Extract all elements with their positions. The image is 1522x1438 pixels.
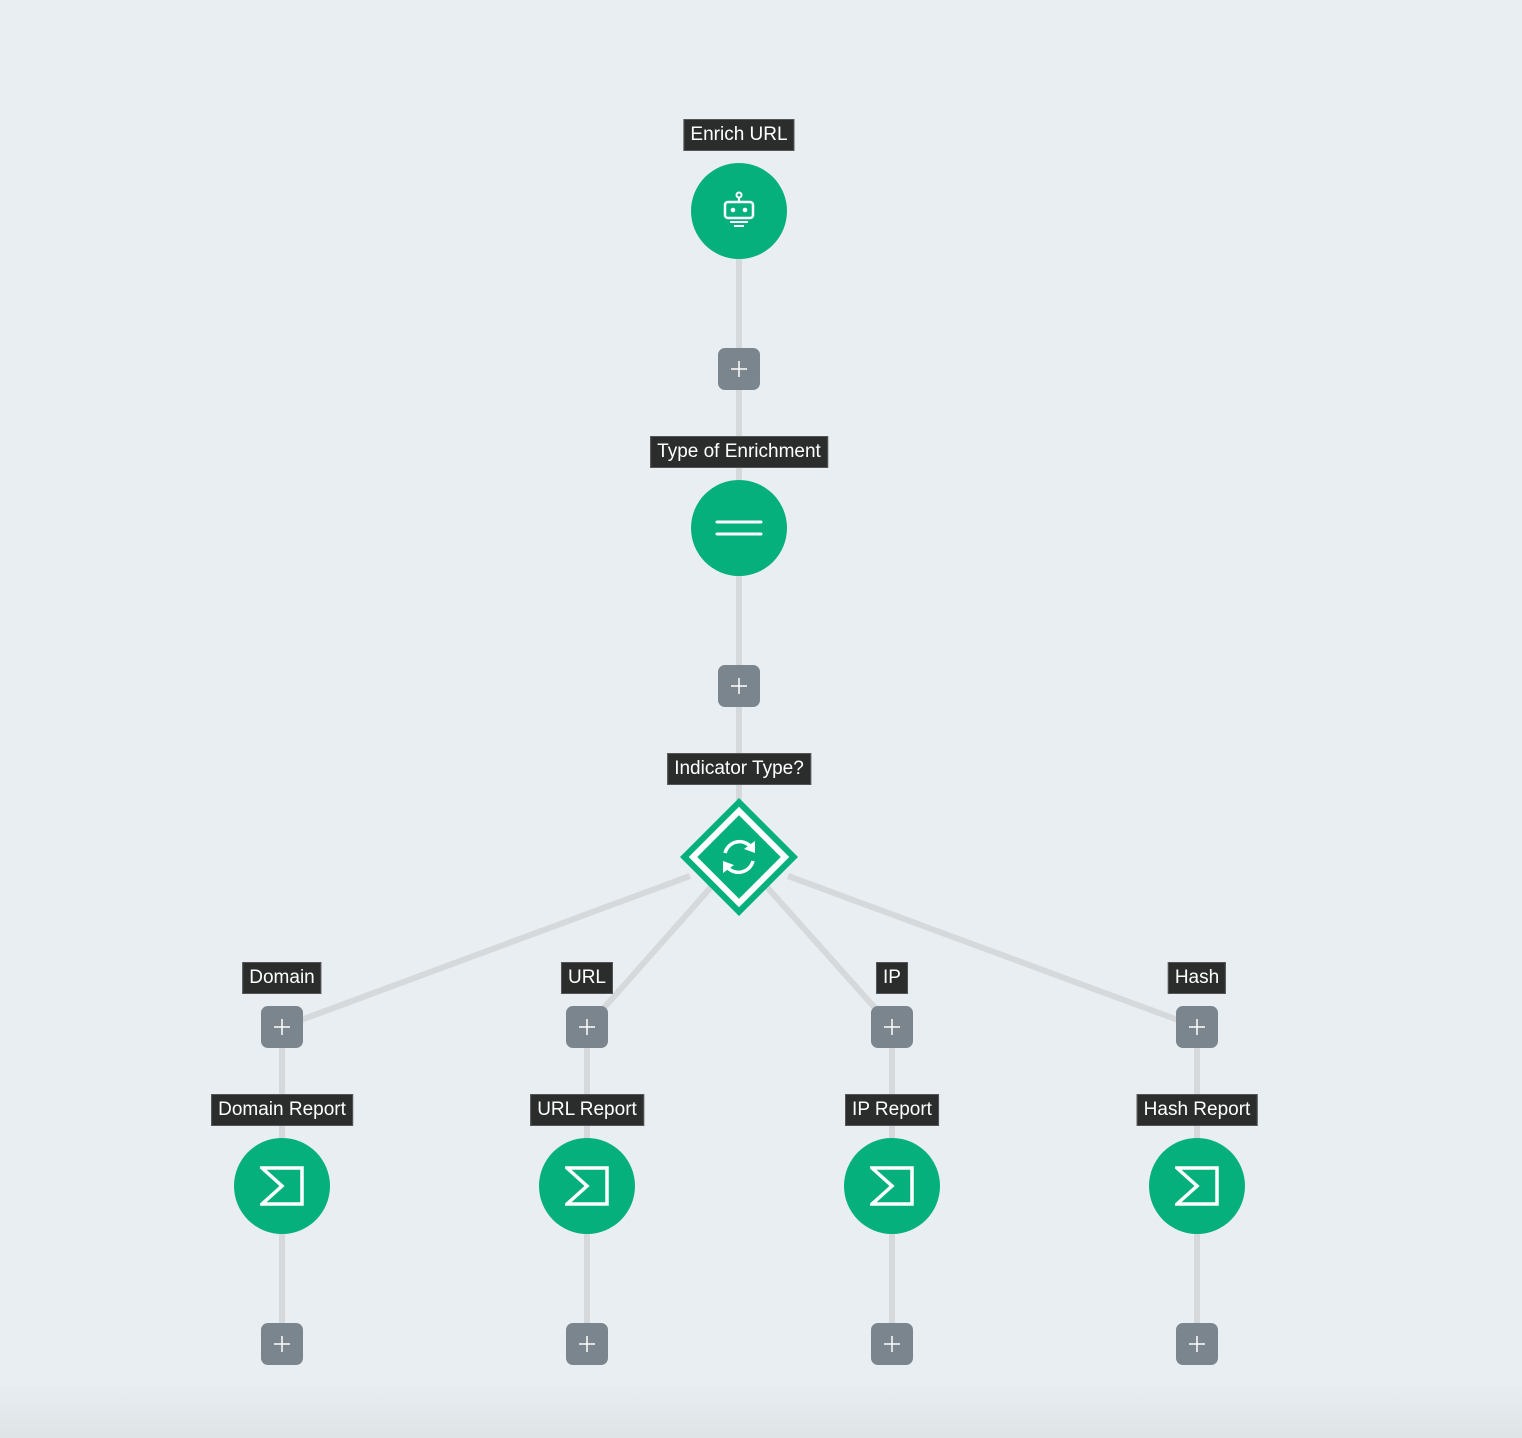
add-step-button-1[interactable] xyxy=(718,348,760,390)
node-label-enrich-url: Enrich URL xyxy=(683,119,795,151)
plus-icon xyxy=(274,1336,290,1352)
node-label-ip-report: IP Report xyxy=(845,1094,939,1126)
sigma-icon xyxy=(1175,1166,1219,1206)
sigma-icon xyxy=(260,1166,304,1206)
node-indicator-type[interactable] xyxy=(679,797,799,917)
plus-icon xyxy=(1189,1019,1205,1035)
add-step-button-hash[interactable] xyxy=(1176,1006,1218,1048)
plus-icon xyxy=(884,1019,900,1035)
plus-icon xyxy=(579,1019,595,1035)
sigma-icon xyxy=(870,1166,914,1206)
plus-icon xyxy=(1189,1336,1205,1352)
robot-icon xyxy=(723,191,755,227)
node-url-report[interactable] xyxy=(539,1138,635,1234)
add-step-button-url[interactable] xyxy=(566,1006,608,1048)
node-enrich-url[interactable] xyxy=(691,163,787,259)
node-label-url-report: URL Report xyxy=(530,1094,644,1126)
add-step-button-after-domain-report[interactable] xyxy=(261,1323,303,1365)
branch-label-ip: IP xyxy=(876,962,908,994)
node-label-indicator-type: Indicator Type? xyxy=(667,753,811,785)
add-step-button-after-ip-report[interactable] xyxy=(871,1323,913,1365)
plus-icon xyxy=(884,1336,900,1352)
node-label-domain-report: Domain Report xyxy=(211,1094,353,1126)
branch-label-url: URL xyxy=(560,962,614,994)
plus-icon xyxy=(579,1336,595,1352)
branch-label-hash: Hash xyxy=(1167,962,1227,994)
edge-decision-to-domain xyxy=(280,873,692,1030)
plus-icon xyxy=(731,678,747,694)
node-hash-report[interactable] xyxy=(1149,1138,1245,1234)
add-step-button-2[interactable] xyxy=(718,665,760,707)
add-step-button-after-hash-report[interactable] xyxy=(1176,1323,1218,1365)
node-ip-report[interactable] xyxy=(844,1138,940,1234)
plus-icon xyxy=(274,1019,290,1035)
node-label-hash-report: Hash Report xyxy=(1136,1094,1258,1126)
add-step-button-ip[interactable] xyxy=(871,1006,913,1048)
node-label-type-of-enrichment: Type of Enrichment xyxy=(650,436,828,468)
add-step-button-domain[interactable] xyxy=(261,1006,303,1048)
equals-icon xyxy=(715,520,763,536)
plus-icon xyxy=(731,361,747,377)
sigma-icon xyxy=(565,1166,609,1206)
node-type-of-enrichment[interactable] xyxy=(691,480,787,576)
add-step-button-after-url-report[interactable] xyxy=(566,1323,608,1365)
node-domain-report[interactable] xyxy=(234,1138,330,1234)
branch-label-domain: Domain xyxy=(242,962,322,994)
edge-decision-to-hash xyxy=(786,873,1199,1030)
